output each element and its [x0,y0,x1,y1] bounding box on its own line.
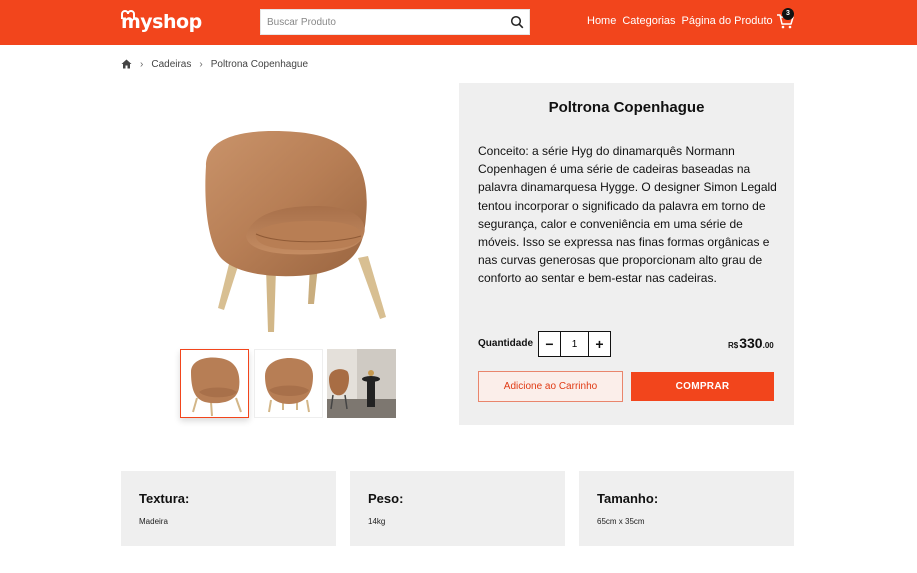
search-bar [260,9,530,35]
product-thumbnail-2[interactable] [254,349,323,418]
quantity-stepper: − + [538,331,611,357]
spec-card-weight: Peso: 14kg [350,471,565,546]
product-main-image [205,131,386,332]
price-value: 330 [739,335,763,351]
breadcrumb-current[interactable]: Poltrona Copenhague [211,59,308,70]
main-nav: Home Categorias Página do Produto [587,15,773,27]
quantity-label: Quantidade [478,338,534,349]
buy-button[interactable]: COMPRAR [631,372,774,401]
nav-categorias[interactable]: Categorias [622,15,675,27]
product-thumbnail-3[interactable] [327,349,396,418]
chevron-right-icon: › [199,58,203,70]
product-price: R$ 330 .00 [728,335,774,351]
spec-value: Madeira [139,517,168,526]
spec-value: 65cm x 35cm [597,517,645,526]
quantity-increase-button[interactable]: + [588,332,610,356]
product-title: Poltrona Copenhague [548,99,705,116]
search-icon[interactable] [510,15,524,29]
product-thumbnail-1[interactable] [180,349,249,418]
nav-home[interactable]: Home [587,15,616,27]
logo[interactable]: myshop [121,10,202,34]
breadcrumb-cadeiras[interactable]: Cadeiras [151,59,191,70]
breadcrumb: › Cadeiras › Poltrona Copenhague [121,58,308,70]
spec-card-size: Tamanho: 65cm x 35cm [579,471,794,546]
cart-count-badge: 3 [782,8,794,20]
add-to-cart-button[interactable]: Adicione ao Carrinho [478,371,623,402]
thumbnail-image [265,358,313,413]
nav-product-page[interactable]: Página do Produto [682,15,773,27]
spec-title: Peso: [368,491,404,506]
spec-value: 14kg [368,517,386,526]
top-header: myshop Home Categorias Página do Produto… [0,0,917,45]
logo-icon [121,10,135,19]
quantity-decrease-button[interactable]: − [539,332,561,356]
thumbnail-image [191,357,242,417]
quantity-input[interactable] [561,332,588,356]
spec-title: Textura: [139,491,190,506]
spec-title: Tamanho: [597,491,659,506]
spec-card-texture: Textura: Madeira [121,471,336,546]
search-input[interactable] [261,10,505,34]
product-description: Conceito: a série Hyg do dinamarquês Nor… [478,144,777,286]
home-icon[interactable] [121,59,132,69]
thumbnail-image [327,349,396,418]
price-currency: R$ [728,341,739,350]
chevron-right-icon: › [140,58,144,70]
price-cents: .00 [762,341,774,350]
